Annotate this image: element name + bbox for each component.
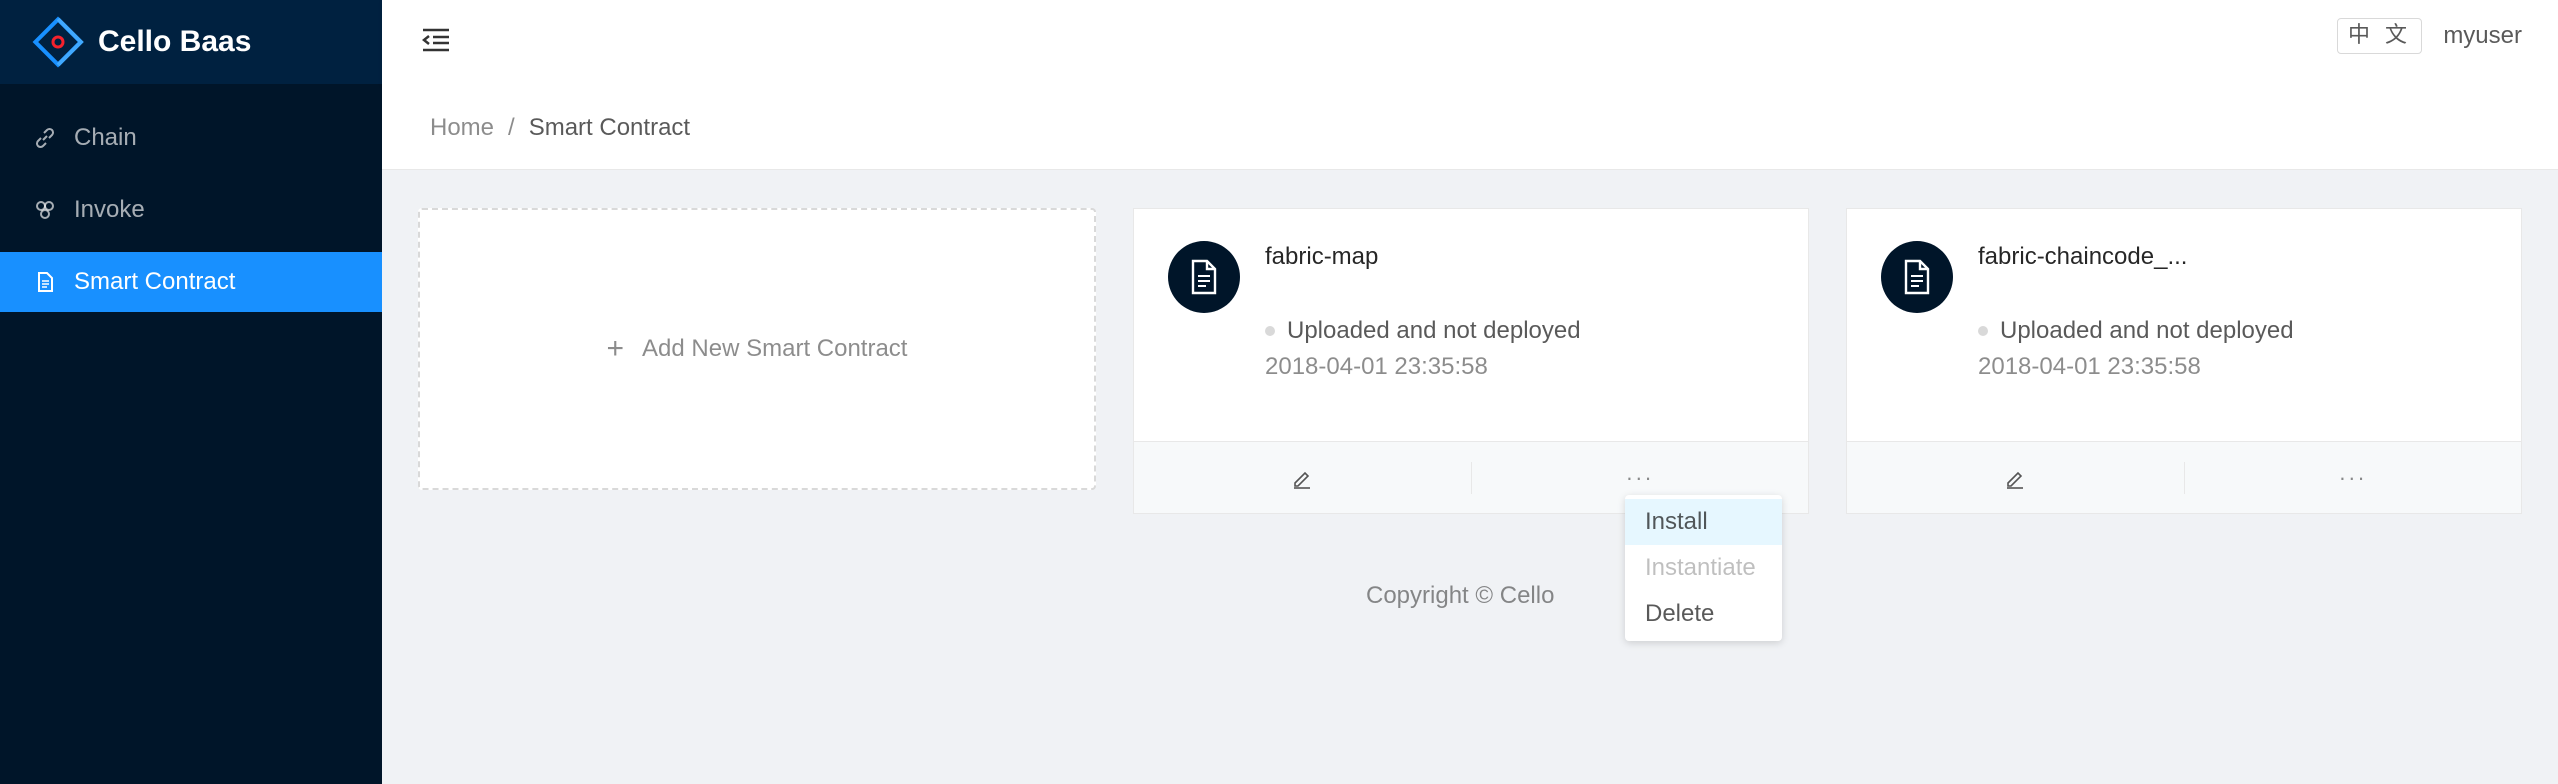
contract-date: 2018-04-01 23:35:58	[1978, 353, 2201, 380]
contract-avatar	[1881, 241, 1953, 313]
breadcrumb-separator: /	[508, 113, 515, 141]
cello-logo-icon	[32, 16, 84, 68]
more-button[interactable]: ···	[2185, 442, 2522, 513]
breadcrumb-current: Smart Contract	[528, 113, 691, 141]
card-actions: ···	[1847, 441, 2521, 513]
link-icon	[35, 127, 55, 149]
add-new-contract-card[interactable]: + Add New Smart Contract	[418, 208, 1096, 490]
edit-button[interactable]	[1134, 442, 1471, 513]
add-new-contract-label: Add New Smart Contract	[642, 335, 908, 362]
file-text-icon	[1191, 259, 1217, 295]
page-header: Home / Smart Contract	[382, 86, 2558, 170]
contract-name[interactable]: fabric-map	[1265, 243, 1378, 271]
contract-status: Uploaded and not deployed	[1978, 317, 2294, 345]
status-dot	[1978, 326, 1988, 336]
contract-card: fabric-map Uploaded and not deployed 201…	[1133, 208, 1809, 514]
dropdown-item-delete[interactable]: Delete	[1625, 591, 1782, 637]
logo[interactable]: Cello Baas	[0, 0, 382, 84]
language-switch-button[interactable]: 中 文	[2337, 18, 2422, 54]
footer-copyright: Copyright © Cello	[1366, 582, 1555, 609]
user-menu[interactable]: myuser	[2443, 22, 2522, 50]
sidebar-item-invoke[interactable]: Invoke	[0, 180, 382, 240]
sidebar-item-label: Smart Contract	[74, 268, 236, 295]
edit-icon	[2007, 471, 2024, 489]
contract-status: Uploaded and not deployed	[1265, 317, 1581, 345]
contract-avatar	[1168, 241, 1240, 313]
header: 中 文 myuser	[382, 0, 2558, 86]
sidebar-menu: Chain Invoke Smart Contract	[0, 108, 382, 312]
menu-fold-icon	[421, 28, 449, 52]
deployment-unit-icon	[36, 201, 54, 219]
contract-card: fabric-chaincode_... Uploaded and not de…	[1846, 208, 2522, 514]
plus-icon: +	[606, 332, 625, 365]
status-dot	[1265, 326, 1275, 336]
breadcrumb-home[interactable]: Home	[430, 114, 494, 142]
sidebar-item-label: Chain	[74, 124, 137, 151]
file-icon	[38, 272, 53, 292]
app-title: Cello Baas	[98, 25, 252, 58]
dropdown-item-install[interactable]: Install	[1625, 499, 1782, 545]
contract-status-text: Uploaded and not deployed	[1287, 317, 1581, 344]
sidebar: Cello Baas Chain Invoke Smart Contract	[0, 0, 382, 784]
sidebar-item-smart-contract[interactable]: Smart Contract	[0, 252, 382, 312]
dropdown-item-instantiate: Instantiate	[1645, 554, 1756, 581]
edit-button[interactable]	[1847, 442, 2184, 513]
sidebar-item-label: Invoke	[74, 196, 145, 223]
sidebar-item-chain[interactable]: Chain	[0, 108, 382, 168]
contract-status-text: Uploaded and not deployed	[2000, 317, 2294, 344]
menu-toggle-button[interactable]	[416, 20, 456, 60]
more-actions-dropdown: Install Instantiate Delete	[1625, 495, 1782, 641]
contract-date: 2018-04-01 23:35:58	[1265, 353, 1488, 380]
contract-name[interactable]: fabric-chaincode_...	[1978, 243, 2187, 271]
file-text-icon	[1904, 259, 1930, 295]
edit-icon	[1294, 471, 1311, 489]
